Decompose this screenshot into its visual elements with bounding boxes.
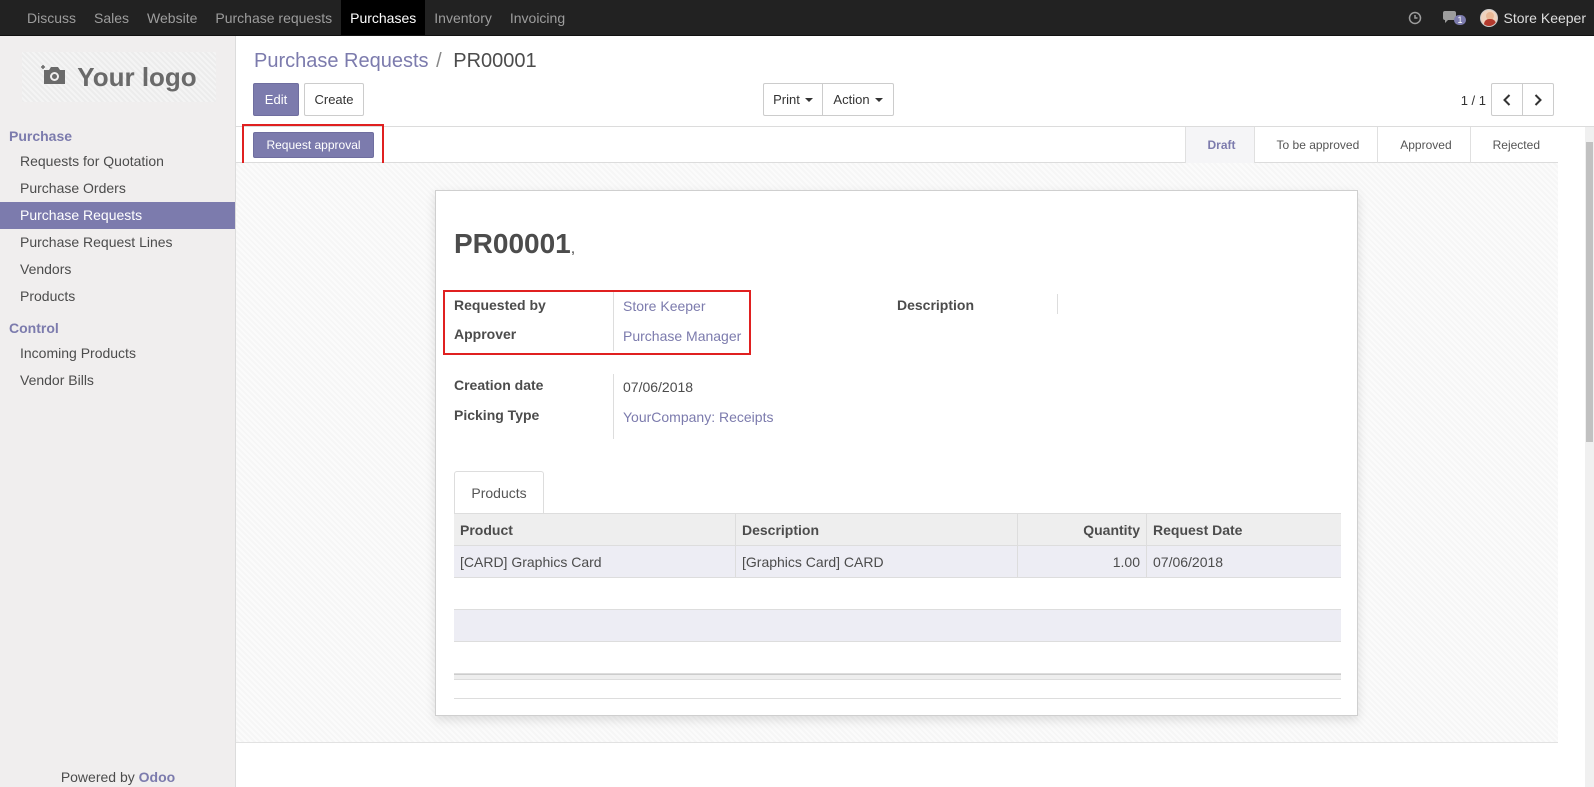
cell-request-date: 07/06/2018 xyxy=(1153,553,1224,570)
stage-to-be-approved[interactable]: To be approved xyxy=(1253,127,1378,163)
field-separator xyxy=(1057,294,1058,314)
field-separator xyxy=(613,374,614,439)
picking-type-value[interactable]: YourCompany: Receipts xyxy=(623,409,773,425)
chevron-down-icon xyxy=(804,97,813,102)
pager-previous-button[interactable] xyxy=(1491,83,1523,116)
stage-approved[interactable]: Approved xyxy=(1377,127,1469,163)
powered-by: Powered by Odoo xyxy=(0,769,236,785)
chevron-left-icon xyxy=(1503,93,1511,106)
cell-product: [CARD] Graphics Card xyxy=(454,546,736,577)
breadcrumb-purchase-requests[interactable]: Purchase Requests xyxy=(254,50,429,72)
action-dropdown[interactable]: Action xyxy=(822,83,894,116)
activity-clock-icon[interactable] xyxy=(1398,0,1432,36)
app-menu: Discuss Sales Website Purchase requests … xyxy=(0,0,574,35)
section-purchase: Purchase xyxy=(9,128,73,144)
page-scrollbar[interactable] xyxy=(1558,127,1594,787)
chevron-down-icon xyxy=(874,97,883,102)
sidebar-item-vendor-bills[interactable]: Vendor Bills xyxy=(0,367,235,394)
sidebar-item-purchase-request-lines[interactable]: Purchase Request Lines xyxy=(0,229,235,256)
creation-date-label: Creation date xyxy=(454,377,544,393)
print-label: Print xyxy=(773,92,800,107)
column-description[interactable]: Description xyxy=(736,514,1018,545)
user-name: Store Keeper xyxy=(1503,9,1587,26)
control-panel: Purchase Requests / PR00001 Edit Create … xyxy=(236,36,1594,127)
cell-description: [Graphics Card] CARD xyxy=(736,546,1018,577)
sidebar-item-incoming-products[interactable]: Incoming Products xyxy=(0,340,235,367)
description-label: Description xyxy=(897,297,975,313)
breadcrumb-separator: / xyxy=(436,50,442,72)
avatar xyxy=(1479,8,1498,27)
table-row-empty xyxy=(454,610,1341,642)
edit-button-label: Edit xyxy=(264,92,288,107)
create-button-label: Create xyxy=(314,92,354,107)
column-product[interactable]: Product xyxy=(454,514,736,545)
sidebar-item-purchase-orders[interactable]: Purchase Orders xyxy=(0,175,235,202)
sidebar: Your logo Purchase Requests for Quotatio… xyxy=(0,36,236,787)
products-table: Product Description Quantity Request Dat… xyxy=(454,513,1341,699)
menu-website[interactable]: Website xyxy=(138,0,206,35)
form-sheet: PR00001, Requested by Store Keeper Appro… xyxy=(435,190,1358,716)
action-label: Action xyxy=(833,92,870,107)
messages-icon[interactable]: 1 xyxy=(1432,0,1475,36)
table-bottom-line xyxy=(454,680,1341,699)
menu-purchases[interactable]: Purchases xyxy=(341,0,426,35)
messages-count-badge: 1 xyxy=(1454,14,1466,25)
chatter-area xyxy=(236,742,1558,787)
edit-button[interactable]: Edit xyxy=(253,83,299,116)
table-row-empty xyxy=(454,642,1341,674)
chevron-right-icon xyxy=(1534,93,1542,106)
column-request-date[interactable]: Request Date xyxy=(1147,514,1341,545)
sidebar-item-purchase-requests[interactable]: Purchase Requests xyxy=(0,202,235,229)
table-row-empty xyxy=(454,578,1341,610)
camera-icon xyxy=(41,62,67,93)
menu-purchase-requests[interactable]: Purchase requests xyxy=(206,0,341,35)
title-suffix: , xyxy=(570,240,576,257)
table-row[interactable]: [CARD] Graphics Card [Graphics Card] CAR… xyxy=(454,546,1341,578)
print-dropdown[interactable]: Print xyxy=(763,83,823,116)
column-quantity[interactable]: Quantity xyxy=(1018,514,1147,545)
highlight-requested-by-approver xyxy=(443,290,751,355)
powered-by-label: Powered by xyxy=(60,769,135,785)
odoo-link[interactable]: Odoo xyxy=(139,769,176,785)
scrollbar-thumb[interactable] xyxy=(1586,142,1593,442)
menu-discuss[interactable]: Discuss xyxy=(18,0,85,35)
record-name: PR00001 xyxy=(454,228,571,259)
stage-rejected[interactable]: Rejected xyxy=(1469,127,1558,163)
top-navbar: Discuss Sales Website Purchase requests … xyxy=(0,0,1594,36)
menu-sales[interactable]: Sales xyxy=(85,0,138,35)
page-title: PR00001, xyxy=(454,228,575,260)
form-statusbar: Request approval Draft To be approved Ap… xyxy=(236,127,1558,163)
user-menu[interactable]: Store Keeper xyxy=(1476,8,1587,27)
pager-value[interactable]: 1 / 1 xyxy=(1461,93,1486,108)
menu-invoicing[interactable]: Invoicing xyxy=(501,0,574,35)
table-header: Product Description Quantity Request Dat… xyxy=(454,513,1341,546)
status-stages: Draft To be approved Approved Rejected xyxy=(1184,127,1559,163)
section-control: Control xyxy=(9,320,59,336)
menu-inventory[interactable]: Inventory xyxy=(425,0,501,35)
sidebar-item-vendors[interactable]: Vendors xyxy=(0,256,235,283)
tab-products[interactable]: Products xyxy=(454,471,544,514)
stage-draft[interactable]: Draft xyxy=(1184,127,1254,163)
breadcrumb-current: PR00001 xyxy=(453,50,537,72)
pager-next-button[interactable] xyxy=(1522,83,1554,116)
cell-quantity: 1.00 xyxy=(1018,546,1147,577)
breadcrumb: Purchase Requests / PR00001 xyxy=(254,50,537,73)
sidebar-item-requests-for-quotation[interactable]: Requests for Quotation xyxy=(0,148,235,175)
sidebar-item-products[interactable]: Products xyxy=(0,283,235,310)
picking-type-label: Picking Type xyxy=(454,407,540,423)
tab-products-label: Products xyxy=(471,484,527,501)
logo-text: Your logo xyxy=(77,61,197,92)
create-button[interactable]: Create xyxy=(304,83,364,116)
company-logo[interactable]: Your logo xyxy=(22,52,216,102)
creation-date-value: 07/06/2018 xyxy=(623,379,694,395)
